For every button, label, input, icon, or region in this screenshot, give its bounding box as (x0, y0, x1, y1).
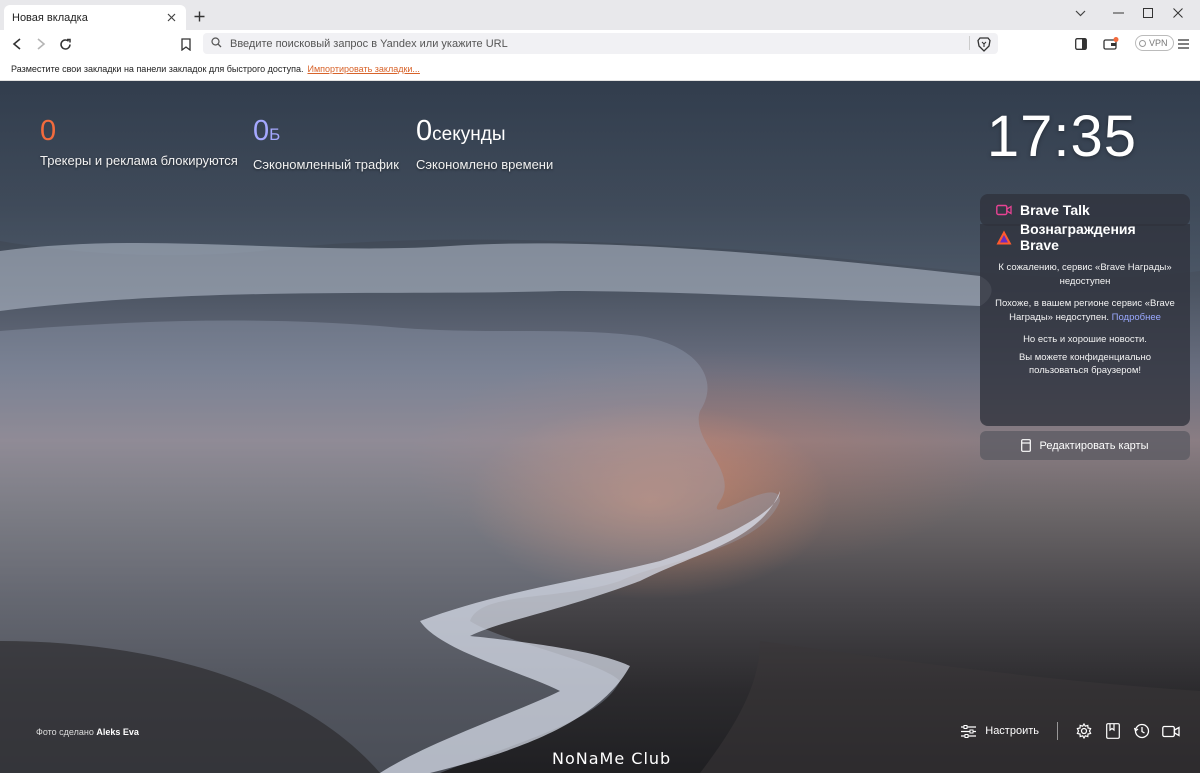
rewards-more-link[interactable]: Подробнее (1112, 312, 1161, 323)
tab-title: Новая вкладка (12, 11, 88, 24)
stat-time-label: Сэкономлено времени (416, 157, 554, 172)
brave-shields-icon[interactable] (974, 34, 994, 54)
bottom-bar: Настроить (961, 719, 1182, 743)
divider (1057, 722, 1058, 740)
url-input[interactable] (230, 33, 998, 54)
bookmark-icon[interactable] (176, 34, 196, 54)
rewards-msg-private: Вы можете конфиденциально пользоваться б… (1018, 351, 1152, 377)
brave-rewards-card: Вознаграждения Brave К сожалению, сервис… (980, 221, 1190, 426)
search-icon (211, 35, 222, 53)
vpn-button[interactable]: VPN (1135, 35, 1174, 51)
reload-button[interactable] (55, 34, 75, 54)
back-button[interactable] (7, 34, 27, 54)
stat-bandwidth: 0Б Сэкономленный трафик (253, 114, 399, 172)
close-window-button[interactable] (1163, 3, 1193, 23)
stat-trackers-label: Трекеры и реклама блокируются (40, 153, 238, 168)
brave-talk-icon[interactable] (1160, 720, 1182, 742)
photo-credit: Фото сделано Aleks Eva (36, 727, 139, 737)
bookmarks-icon[interactable] (1102, 720, 1124, 742)
rewards-msg-region: Похоже, в вашем регионе сервис «Brave На… (995, 298, 1175, 323)
brave-talk-title: Brave Talk (1020, 202, 1090, 218)
toolbar (0, 30, 1200, 57)
menu-icon[interactable] (1173, 34, 1193, 54)
rewards-msg-unavailable: К сожалению, сервис «Brave Награды» недо… (998, 262, 1172, 287)
minimize-button[interactable] (1103, 3, 1133, 23)
close-icon[interactable] (164, 11, 178, 25)
brave-rewards-title: Вознаграждения Brave (1020, 221, 1136, 253)
watermark: NoNaMe Club (552, 749, 672, 768)
maximize-button[interactable] (1133, 3, 1163, 23)
divider (969, 36, 970, 50)
background-photo (0, 81, 1200, 773)
wallet-icon[interactable] (1101, 34, 1121, 54)
tab-strip: Новая вкладка (0, 0, 1200, 30)
edit-cards-button[interactable]: Редактировать карты (980, 431, 1190, 460)
sliders-icon (961, 724, 977, 738)
stat-bandwidth-label: Сэкономленный трафик (253, 157, 399, 172)
bookmarks-hint: Разместите свои закладки на панели закла… (11, 63, 304, 74)
new-tab-page: 0 Трекеры и реклама блокируются 0Б Сэкон… (0, 81, 1200, 773)
edit-cards-label: Редактировать карты (1039, 439, 1149, 452)
photo-author[interactable]: Aleks Eva (96, 727, 139, 737)
customize-label: Настроить (985, 725, 1039, 737)
rewards-msg-good-news: Но есть и хорошие новости. (1023, 334, 1147, 345)
stat-time-value: 0секунды (416, 115, 506, 147)
history-icon[interactable] (1131, 720, 1153, 742)
settings-icon[interactable] (1073, 720, 1095, 742)
tab-new-tab[interactable]: Новая вкладка (4, 5, 186, 30)
rewards-message: К сожалению, сервис «Brave Награды» недо… (980, 261, 1190, 378)
stat-trackers-value: 0 (40, 115, 57, 147)
vpn-status-icon (1139, 39, 1146, 47)
edit-cards-icon (1021, 439, 1032, 452)
vpn-label: VPN (1149, 38, 1168, 48)
clock: 17:35 (986, 104, 1137, 169)
tab-search-chevron-icon[interactable] (1065, 3, 1095, 23)
new-tab-button[interactable] (190, 7, 208, 25)
customize-button[interactable]: Настроить (961, 724, 1039, 738)
video-camera-icon (996, 204, 1012, 216)
stat-trackers: 0 Трекеры и реклама блокируются (40, 114, 238, 168)
stat-time: 0секунды Сэкономлено времени (416, 114, 553, 172)
brave-rewards-icon (996, 230, 1012, 245)
import-bookmarks-link[interactable]: Импортировать закладки... (307, 64, 419, 74)
sidebar-toggle-icon[interactable] (1071, 34, 1091, 54)
bookmarks-bar: Разместите свои закладки на панели закла… (0, 57, 1200, 81)
forward-button[interactable] (31, 34, 51, 54)
address-bar[interactable] (203, 33, 998, 54)
stat-bandwidth-value: 0Б (253, 115, 281, 147)
